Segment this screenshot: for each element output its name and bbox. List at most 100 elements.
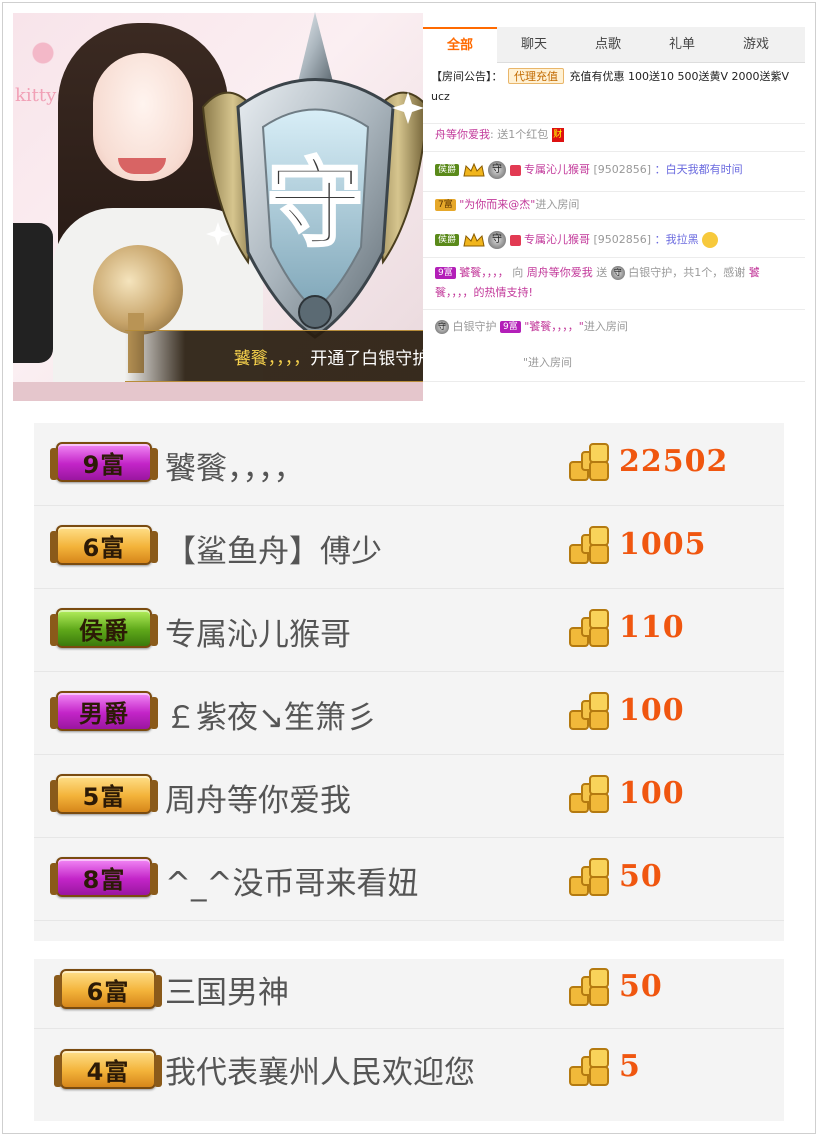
rank-badge: 6富 [54,969,162,1009]
chat-text: ：白天我都有时间 [654,163,743,176]
heart-icon [509,164,521,176]
gold-coins-icon [569,1048,609,1086]
chat-text: 向 [512,266,524,279]
ranking-user-name[interactable]: 【鲨鱼舟】傅少 [165,526,382,571]
chat-message: "进入房间 [523,355,805,371]
tab-gift-list[interactable]: 礼单 [645,27,719,63]
divider [423,191,805,192]
chat-text: ：我拉黑 [654,233,699,246]
ranking-row[interactable]: 侯爵 专属沁儿猴哥 110 [34,589,784,672]
mic-stand-shadow [13,223,53,363]
gold-coins-icon [569,526,609,564]
level-badge: 9富 [435,267,456,279]
ranking-amount: 100 [619,693,685,728]
gold-coins-icon [569,692,609,730]
notice-prefix: 【房间公告】： [431,70,503,83]
ranking-amount: 100 [619,776,685,811]
ranking-user-name[interactable]: 三国男神 [165,967,289,1012]
ranking-amount: 110 [619,610,685,645]
ranking-row[interactable]: 6富 【鲨鱼舟】傅少 1005 [34,506,784,589]
notice-text: 充值有优惠 100送10 500送黄V 2000送紫V [569,70,790,83]
tab-chat[interactable]: 聊天 [497,27,571,63]
wall-text: kitty [15,85,57,106]
gold-coins-icon [569,858,609,896]
chat-text: : 送1个红包 [490,128,549,141]
video-bottom-strip [13,382,423,401]
tab-all[interactable]: 全部 [423,27,497,63]
gold-coins-icon [569,968,609,1006]
divider [423,309,805,310]
ranking-row[interactable]: 4富 我代表襄州人民欢迎您 5 [34,1029,784,1121]
ranking-user-name[interactable]: 我代表襄州人民欢迎您 [165,1047,475,1092]
divider [423,257,805,258]
ranking-user-name[interactable]: ￡紫夜↘笙箫彡 [165,692,377,737]
gold-coins-icon [569,775,609,813]
chat-text: 餮，，，，的热情支持! [435,286,533,299]
chat-message: 侯爵 守 专属沁儿猴哥 [9502856] ：我拉黑 [435,231,803,249]
rank-badge: 5富 [50,774,158,814]
chat-message: 舟等你爱我: 送1个红包 财 [435,127,803,143]
crown-icon [462,233,485,247]
level-badge: 侯爵 [435,234,460,246]
ranking-row[interactable]: 6富 三国男神 50 [34,959,784,1029]
gift-ranking-list-continued: 6富 三国男神 50 4富 我代表襄州人民欢迎您 5 [34,959,784,1121]
rank-badge: 8富 [50,857,158,897]
ranking-row[interactable]: 男爵 ￡紫夜↘笙箫彡 100 [34,672,784,755]
ranking-row[interactable]: 9富 饕餮，，，， 22502 [34,423,784,506]
chat-user-name[interactable]: 专属沁儿猴哥 [524,163,590,176]
level-badge: 侯爵 [435,164,460,176]
chat-text: 送 [596,266,608,279]
chat-text: "进入房间 [523,356,573,369]
ranking-amount: 22502 [619,444,729,479]
agent-recharge-button[interactable]: 代理充值 [508,68,564,84]
chat-user-name[interactable]: 饕餮，，，， [459,266,509,279]
ranking-amount: 5 [619,1049,641,1084]
rank-badge: 9富 [50,442,158,482]
rank-badge: 4富 [54,1049,162,1089]
ranking-user-name[interactable]: 专属沁儿猴哥 [165,609,351,654]
divider [423,151,805,152]
chat-message: 侯爵 守 专属沁儿猴哥 [9502856] ：白天我都有时间 [435,161,803,179]
ranking-amount: 1005 [619,527,707,562]
chat-text: 进入房间 [535,198,580,211]
tab-song-request[interactable]: 点歌 [571,27,645,63]
heart-icon [509,234,521,246]
chat-message: 9富 饕餮，，，， 向 周舟等你爱我 送 守 白银守护，共1个，感谢 饕 [435,265,803,281]
tab-games[interactable]: 游戏 [719,27,793,63]
ranking-row[interactable]: 5富 周舟等你爱我 100 [34,755,784,838]
chat-user-name[interactable]: "为你而来@杰" [459,198,535,211]
rank-badge: 侯爵 [50,608,158,648]
gold-coins-icon [569,609,609,647]
level-badge: 7富 [435,199,456,211]
chat-target-name[interactable]: 周舟等你爱我 [527,266,593,279]
crown-icon [462,163,485,177]
shield-glyph: 守 [267,147,363,260]
chat-text: 白银守护，共1个，感谢 [628,266,746,279]
level-badge: 9富 [500,321,521,333]
ranking-amount: 50 [619,859,663,894]
gold-coins-icon [569,443,609,481]
chat-user-name[interactable]: 专属沁儿猴哥 [524,233,590,246]
guard-icon: 守 [435,320,449,334]
guard-icon: 守 [488,161,507,179]
divider [423,219,805,220]
ranking-user-name[interactable]: 周舟等你爱我 [165,775,351,820]
rank-badge: 男爵 [50,691,158,731]
ranking-amount: 50 [619,969,663,1004]
chat-text: 白银守护 [452,320,497,333]
divider [423,123,805,124]
room-notice: 【房间公告】： 代理充值 充值有优惠 100送10 500送黄V 2000送紫V… [431,67,803,107]
chat-user-id: [9502856] [593,233,652,246]
gift-ranking-list: 9富 饕餮，，，， 22502 6富 【鲨鱼舟】傅少 1005 侯爵 专属沁儿猴… [34,423,784,941]
chat-user-name[interactable]: 舟等你爱我 [435,128,490,141]
chat-user-name[interactable]: "饕餮，，，，" [524,320,584,333]
chat-message: 餮，，，，的热情支持! [435,285,803,301]
ranking-row[interactable]: 8富 ^_^没币哥来看妞 50 [34,838,784,921]
ranking-user-name[interactable]: ^_^没币哥来看妞 [165,858,418,903]
ranking-user-name[interactable]: 饕餮，，，， [165,443,305,488]
red-envelope-icon: 财 [551,128,564,142]
chat-text: 饕 [748,266,760,279]
chat-tabs: 全部 聊天 点歌 礼单 游戏 [423,27,805,63]
notice-tail: ucz [431,90,450,103]
chat-message: 7富 "为你而来@杰"进入房间 [435,197,803,213]
